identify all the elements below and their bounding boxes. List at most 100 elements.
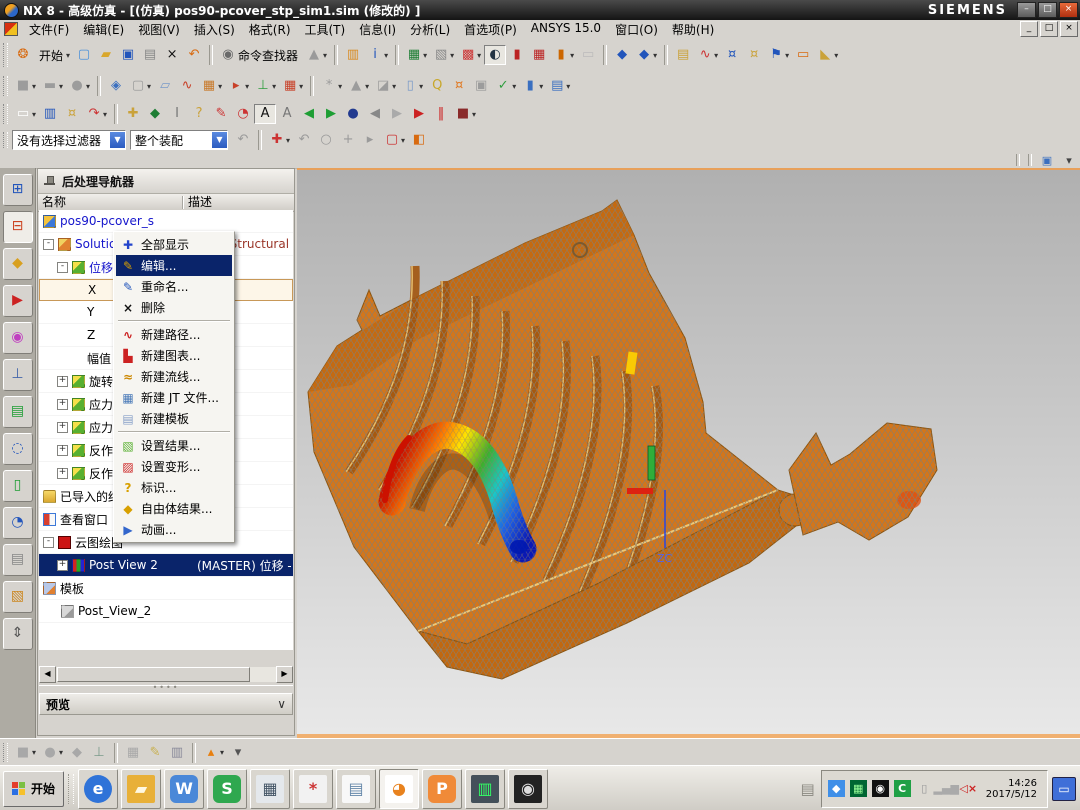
menu-freebody-results[interactable]: ◆ 自由体结果... xyxy=(116,498,232,519)
panel-splitter[interactable]: •••• xyxy=(39,685,293,693)
measure-icon[interactable]: ▭ ▾ xyxy=(792,45,814,65)
key-blue-icon[interactable]: ¤ ▾ xyxy=(721,45,743,65)
display-mode-icon[interactable]: ▭ ▾ xyxy=(12,104,39,124)
window-minimize-button[interactable]: – xyxy=(1017,2,1036,18)
play-icon[interactable]: ▶ ▾ xyxy=(408,104,430,124)
split-window-icon[interactable]: ▥ ▾ xyxy=(39,104,61,124)
tray-volume-muted-icon[interactable]: ◁× xyxy=(960,780,977,797)
clock-icon[interactable]: ○ ▾ xyxy=(315,130,337,150)
graphics-viewport[interactable]: ZC xyxy=(297,168,1080,738)
menu-edit-item[interactable]: ✎ 编辑... xyxy=(116,255,232,276)
refresh-icon[interactable]: ↶ ▾ xyxy=(232,130,254,150)
stop-icon[interactable]: ■ ▾ xyxy=(452,104,479,124)
tree-expand-icon[interactable]: + xyxy=(57,376,68,387)
undo-icon[interactable]: ↶ ▾ xyxy=(183,45,205,65)
taskbar-wps-sheet-icon[interactable]: S xyxy=(207,769,247,809)
tray-printer-icon[interactable]: ▤ xyxy=(801,780,815,798)
manager-tab[interactable]: ▤ xyxy=(3,544,33,576)
maximize-display-icon[interactable]: ▣ xyxy=(1036,153,1058,168)
menu-set-deformation[interactable]: ▨ 设置变形... xyxy=(116,456,232,477)
plot-icon[interactable]: ▧ ▾ xyxy=(430,45,457,65)
taskbar-calculator-icon[interactable]: ▦ xyxy=(250,769,290,809)
toolbar-grip[interactable] xyxy=(3,104,8,124)
tree-row[interactable]: pos90-pcover_s xyxy=(39,210,293,233)
toolbar-grip[interactable] xyxy=(3,76,8,96)
export-spreadsheet-icon[interactable]: ▦ ▾ xyxy=(403,45,430,65)
menu-help[interactable]: 帮助(H) xyxy=(665,20,721,39)
simulation-navigator-tab[interactable]: ◆ xyxy=(3,248,33,280)
scroll-right-arrow[interactable]: ▶ xyxy=(276,666,293,683)
sheet-icon[interactable]: ▱ ▾ xyxy=(154,76,176,96)
cone-icon[interactable]: ▲ ▾ xyxy=(345,76,372,96)
nx-logo-icon[interactable]: ❂ ▾ xyxy=(12,45,34,65)
tree-expand-icon[interactable]: - xyxy=(57,262,68,273)
open-file-icon[interactable]: ▰ ▾ xyxy=(95,45,117,65)
pin-icon[interactable] xyxy=(44,176,54,186)
clamp-icon[interactable]: ▥ ▾ xyxy=(166,743,188,763)
assembly-navigator-tab[interactable]: ⊞ xyxy=(3,174,33,206)
menu-window[interactable]: 窗口(O) xyxy=(608,20,665,39)
ibeam-icon[interactable]: I ▾ xyxy=(166,104,188,124)
column-desc[interactable]: 描述 xyxy=(188,194,212,210)
blank-view-icon[interactable]: ▭ ▾ xyxy=(577,45,599,65)
constraint-navigator-tab[interactable]: ◉ xyxy=(3,322,33,354)
copy-display-icon[interactable]: ▥ ▾ xyxy=(342,45,364,65)
move-icon[interactable]: + ▾ xyxy=(337,130,359,150)
reuse-library-tab[interactable]: ▤ xyxy=(3,396,33,428)
more-tools-caret[interactable]: ▾ ▾ xyxy=(227,743,249,763)
menu-tools[interactable]: 工具(T) xyxy=(298,20,353,39)
menu-analysis[interactable]: 分析(L) xyxy=(403,20,457,39)
menu-information[interactable]: 信息(I) xyxy=(352,20,403,39)
dropdown-arrow-icon[interactable]: ▼ xyxy=(110,132,125,148)
menu-show-all[interactable]: ✚ 全部显示 xyxy=(116,234,232,255)
process-studio-tab[interactable]: ◔ xyxy=(3,507,33,539)
tray-grid-icon[interactable]: ▦ xyxy=(850,780,867,797)
taskbar-browser-icon[interactable]: e xyxy=(78,769,118,809)
pie-icon[interactable]: ◔ ▾ xyxy=(232,104,254,124)
post-processing-navigator-tab[interactable]: ⊟ xyxy=(3,211,33,243)
box-icon[interactable]: ▢ ▾ xyxy=(127,76,154,96)
text-box-icon[interactable]: A ▾ xyxy=(254,104,276,124)
new-file-icon[interactable]: ▢ ▾ xyxy=(73,45,95,65)
scroll-tabs-button[interactable]: ⇕ xyxy=(3,618,33,650)
table-icon[interactable]: ▦ ▾ xyxy=(279,76,306,96)
pause-icon[interactable]: ‖ ▾ xyxy=(430,104,452,124)
child-minimize-button[interactable]: _ xyxy=(1020,21,1038,37)
taskbar-remote-icon[interactable]: ▥ xyxy=(465,769,505,809)
menu-ansys[interactable]: ANSYS 15.0 xyxy=(524,20,608,39)
menu-set-result[interactable]: ▧ 设置结果... xyxy=(116,435,232,456)
shaded-view-icon[interactable]: ◐ ▾ xyxy=(484,45,506,65)
palette-tab[interactable]: ▧ xyxy=(3,581,33,613)
help-cursor-icon[interactable]: ? ▾ xyxy=(188,104,210,124)
taskbar-wps-writer-icon[interactable]: W xyxy=(164,769,204,809)
flame-icon[interactable]: ▴ ▾ xyxy=(200,743,227,763)
cube-gray-icon[interactable]: ■ ▾ xyxy=(12,743,39,763)
tray-cube-icon[interactable]: ◆ xyxy=(828,780,845,797)
menu-file[interactable]: 文件(F) xyxy=(22,20,76,39)
child-restore-button[interactable]: □ xyxy=(1040,21,1058,37)
cylinders-icon[interactable]: ● ▾ xyxy=(39,743,66,763)
model-display2-icon[interactable]: ◆ ▾ xyxy=(633,45,660,65)
menu-view[interactable]: 视图(V) xyxy=(131,20,187,39)
toolbar-grip[interactable] xyxy=(3,43,8,67)
sim-part-icon[interactable]: ▮ ▾ xyxy=(550,45,577,65)
part-navigator-tab[interactable]: ⊥ xyxy=(3,359,33,391)
fem-part-icon[interactable]: ▮ ▾ xyxy=(506,45,528,65)
mesh-view-icon[interactable]: ▦ ▾ xyxy=(528,45,550,65)
menu-format[interactable]: 格式(R) xyxy=(242,20,298,39)
scroll-left-arrow[interactable]: ◀ xyxy=(39,666,56,683)
save-icon[interactable]: ▣ ▾ xyxy=(117,45,139,65)
tree-row[interactable]: + Post View 2 (MASTER) 位移 - 节点 xyxy=(39,554,293,577)
taskbar-notepad-icon[interactable]: ▤ xyxy=(336,769,376,809)
taskbar-config-icon[interactable]: * xyxy=(293,769,333,809)
tag-icon[interactable]: ◈ ▾ xyxy=(105,76,127,96)
start-menu-button[interactable]: 开始 ▾ xyxy=(34,45,73,66)
snowflake-icon[interactable]: * ▾ xyxy=(318,76,345,96)
menu-identify[interactable]: ? 标识... xyxy=(116,477,232,498)
print-icon[interactable]: ▤ ▾ xyxy=(139,45,161,65)
command-finder-button[interactable]: ◉ 命令查找器 ▾ xyxy=(217,45,303,66)
play-gray-icon[interactable]: ▶ ▾ xyxy=(386,104,408,124)
tree-expand-icon[interactable]: + xyxy=(57,560,68,571)
taskbar-wps-show-icon[interactable]: P xyxy=(422,769,462,809)
search-icon[interactable]: Q ▾ xyxy=(426,76,448,96)
